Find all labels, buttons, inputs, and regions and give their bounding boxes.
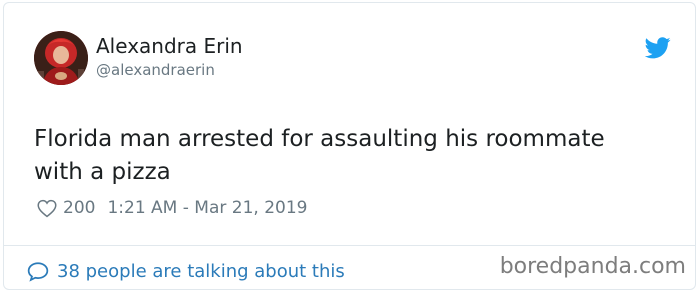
like-count[interactable]: 200 bbox=[63, 198, 95, 218]
heart-icon[interactable] bbox=[37, 199, 57, 218]
tweet-text: Florida man arrested for assaulting his … bbox=[34, 126, 605, 185]
user-handle[interactable]: @alexandraerin bbox=[96, 60, 243, 80]
conversation-label: 38 people are talking about this bbox=[57, 260, 345, 282]
author-names: Alexandra Erin @alexandraerin bbox=[96, 34, 243, 80]
watermark: boredpanda.com bbox=[499, 254, 686, 279]
avatar-image bbox=[34, 31, 88, 85]
avatar[interactable] bbox=[34, 31, 88, 85]
twitter-bird-icon[interactable] bbox=[645, 37, 671, 59]
conversation-link[interactable]: 38 people are talking about this bbox=[27, 258, 345, 284]
footer-divider bbox=[4, 245, 695, 246]
tweet-timestamp[interactable]: 1:21 AM - Mar 21, 2019 bbox=[107, 198, 307, 218]
tweet-meta: 200 1:21 AM - Mar 21, 2019 bbox=[37, 196, 307, 220]
tweet-card: Alexandra Erin @alexandraerin Florida ma… bbox=[3, 2, 696, 290]
tweet-header: Alexandra Erin @alexandraerin bbox=[34, 31, 671, 93]
speech-bubble-icon bbox=[27, 261, 49, 282]
display-name[interactable]: Alexandra Erin bbox=[96, 34, 243, 58]
